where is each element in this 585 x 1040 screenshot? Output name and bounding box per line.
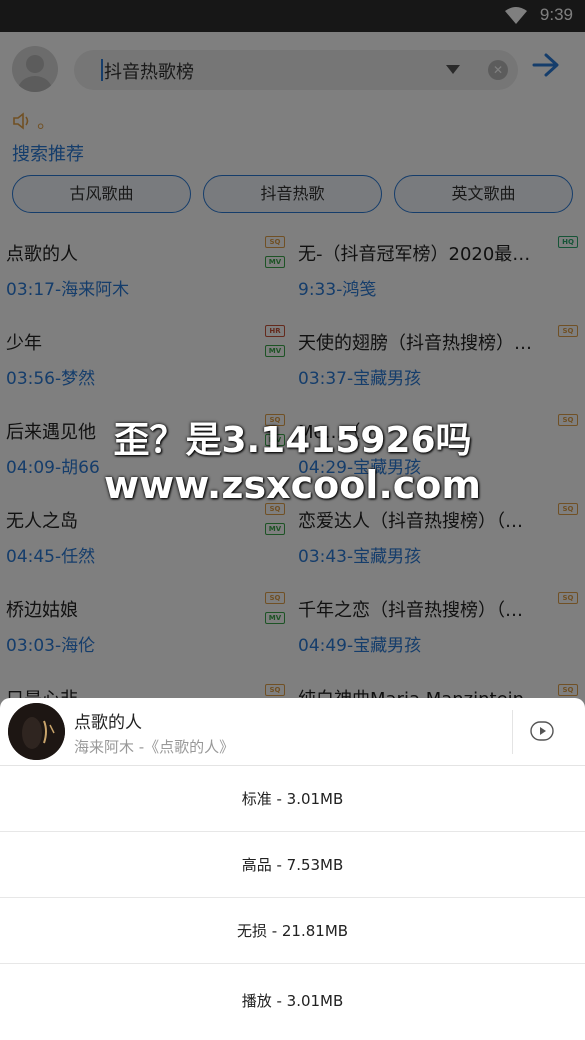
watermark-line1: 歪？是3.1415926吗 [113, 420, 472, 461]
divider [512, 710, 513, 754]
watermark-line2: www.zsxcool.com [104, 463, 481, 507]
option-play[interactable]: 播放 - 3.01MB [0, 968, 585, 1034]
option-high[interactable]: 高品 - 7.53MB [0, 832, 585, 898]
option-lossless[interactable]: 无损 - 21.81MB [0, 898, 585, 964]
watermark: 歪？是3.1415926吗 www.zsxcool.com [0, 420, 585, 508]
download-sheet: 点歌的人 海来阿木 -《点歌的人》 标准 - 3.01MB 高品 - 7.53M… [0, 698, 585, 1040]
option-standard[interactable]: 标准 - 3.01MB [0, 766, 585, 832]
album-cover [8, 703, 65, 760]
sheet-song-subtitle: 海来阿木 -《点歌的人》 [74, 738, 235, 756]
sheet-song-title: 点歌的人 [74, 713, 142, 733]
sheet-header: 点歌的人 海来阿木 -《点歌的人》 [0, 698, 585, 766]
play-circle-icon[interactable] [530, 721, 554, 741]
